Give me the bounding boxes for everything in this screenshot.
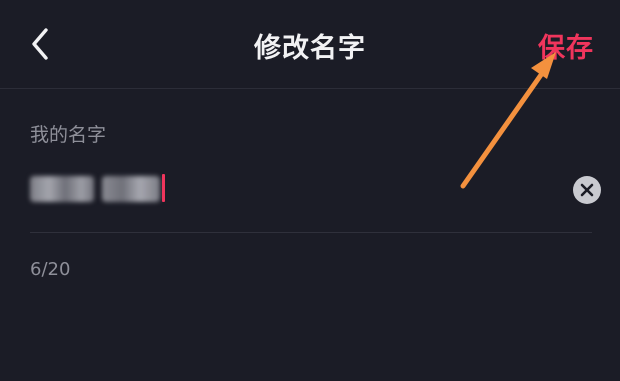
redacted-name-text-part-1 xyxy=(30,176,94,202)
name-input-field[interactable] xyxy=(30,170,560,210)
close-icon xyxy=(580,183,594,197)
save-button[interactable]: 保存 xyxy=(538,26,594,65)
input-underline xyxy=(30,232,592,233)
header-divider xyxy=(0,88,620,89)
redacted-name-text-part-2 xyxy=(102,176,160,202)
character-count: 6/20 xyxy=(30,259,71,280)
name-field-label: 我的名字 xyxy=(30,124,107,146)
clear-input-button[interactable] xyxy=(573,176,601,204)
text-cursor xyxy=(162,174,165,202)
page-title: 修改名字 xyxy=(254,33,366,64)
top-navigation-bar: 修改名字 保存 xyxy=(0,0,620,88)
